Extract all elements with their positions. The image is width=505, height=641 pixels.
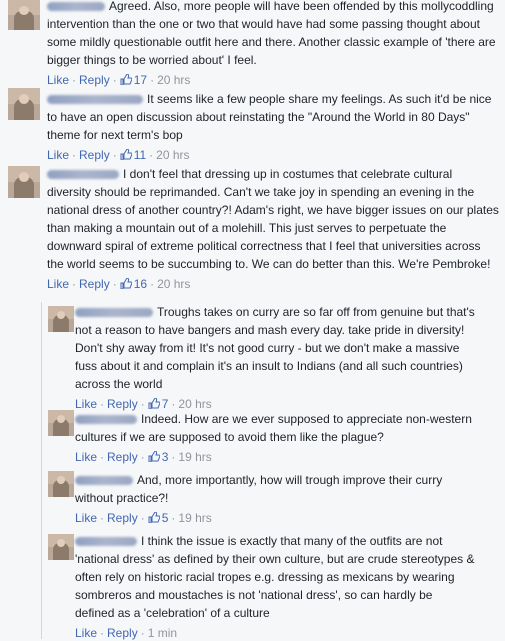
commenter-name[interactable] [75,415,137,425]
reply-link[interactable]: Reply [107,626,138,640]
like-link[interactable]: Like [47,73,69,87]
like-link[interactable]: Like [75,450,97,464]
timestamp[interactable]: 19 hrs [178,511,211,525]
reply-actions: Like · Reply · 5 · 19 hrs [75,511,212,525]
like-link[interactable]: Like [75,511,97,525]
like-count[interactable]: 11 [134,148,146,162]
avatar[interactable] [48,410,74,436]
comment-actions: Like · Reply · 16 · 20 hrs [47,277,191,291]
reply-thread-line [41,302,42,639]
commenter-name[interactable] [75,476,133,486]
reply-link[interactable]: Reply [79,73,110,87]
reply-link[interactable]: Reply [107,450,138,464]
timestamp[interactable]: 20 hrs [178,397,211,411]
like-link[interactable]: Like [75,626,97,640]
thumbs-up-icon [120,278,132,289]
avatar[interactable] [48,534,74,560]
avatar[interactable] [48,306,74,332]
like-link[interactable]: Like [75,397,97,411]
reply-text: And, more importantly, how will trough i… [75,473,443,505]
commenter-name[interactable] [75,308,153,318]
thumbs-up-icon [148,512,160,523]
like-count[interactable]: 17 [134,73,147,87]
reply-text: I think the issue is exactly that many o… [75,534,475,620]
thumbs-up-icon [148,451,160,462]
reply-text: Troughs takes on curry are so far off fr… [75,305,475,391]
comment-actions: Like · Reply · 17 · 20 hrs [47,73,191,87]
reply-link[interactable]: Reply [79,277,110,291]
thumbs-up-icon [120,74,132,85]
like-count[interactable]: 16 [134,277,147,291]
avatar[interactable] [48,471,74,497]
timestamp[interactable]: 1 min [148,626,177,640]
avatar[interactable] [8,0,40,30]
reply-link[interactable]: Reply [107,397,138,411]
thumbs-up-icon [148,398,160,409]
reply-link[interactable]: Reply [107,511,138,525]
like-link[interactable]: Like [47,277,69,291]
like-link[interactable]: Like [47,148,69,162]
comment-text: I don't feel that dressing up in costume… [47,167,499,271]
comment-text: It seems like a few people share my feel… [47,92,492,142]
commenter-name[interactable] [47,170,119,180]
comment-text: Agreed. Also, more people will have been… [47,0,496,67]
reply-text: Indeed. How are we ever supposed to appr… [75,412,472,444]
avatar[interactable] [8,166,40,198]
thumbs-up-icon [120,149,132,160]
commenter-name[interactable] [47,95,143,105]
timestamp[interactable]: 20 hrs [157,73,190,87]
reply-link[interactable]: Reply [79,148,110,162]
timestamp[interactable]: 20 hrs [157,277,190,291]
timestamp[interactable]: 19 hrs [178,450,211,464]
commenter-name[interactable] [75,537,137,547]
timestamp[interactable]: 20 hrs [156,148,189,162]
reply-actions: Like · Reply · 3 · 19 hrs [75,450,212,464]
commenter-name[interactable] [47,2,105,12]
avatar[interactable] [8,88,40,120]
comment-actions: Like · Reply · 11 · 20 hrs [47,148,190,162]
